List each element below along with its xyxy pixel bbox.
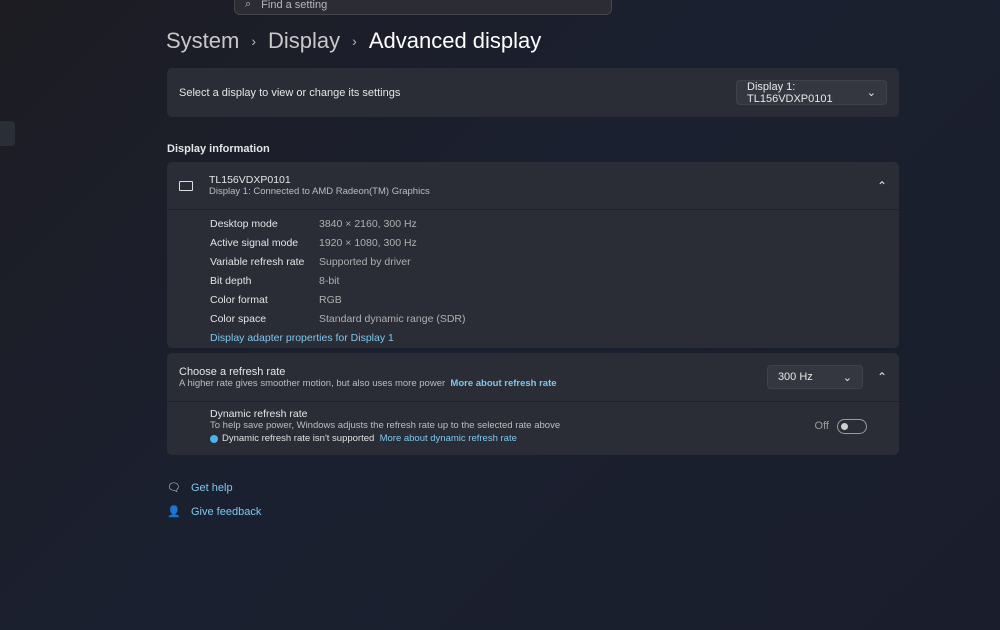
sidebar-edge bbox=[0, 121, 15, 146]
toggle-state-label: Off bbox=[814, 420, 829, 432]
help-icon: 🗨 bbox=[167, 482, 181, 494]
select-display-card: Select a display to view or change its s… bbox=[167, 68, 899, 117]
breadcrumb: System › Display › Advanced display bbox=[166, 28, 541, 54]
get-help[interactable]: 🗨 Get help bbox=[167, 481, 233, 495]
refresh-title: Choose a refresh rate bbox=[179, 365, 286, 378]
info-key: Bit depth bbox=[210, 275, 252, 287]
get-help-link[interactable]: Get help bbox=[191, 482, 233, 494]
info-key: Variable refresh rate bbox=[210, 256, 305, 268]
info-value: Supported by driver bbox=[319, 256, 411, 268]
breadcrumb-display[interactable]: Display bbox=[268, 28, 340, 54]
feedback-icon: 👤 bbox=[167, 506, 181, 518]
refresh-rate-card: Choose a refresh rate A higher rate give… bbox=[167, 353, 899, 455]
refresh-desc: A higher rate gives smoother motion, but… bbox=[179, 377, 446, 389]
chevron-up-icon[interactable]: ⌃ bbox=[877, 370, 887, 384]
chevron-right-icon: › bbox=[251, 33, 257, 49]
search-icon: ⌕ bbox=[245, 0, 252, 10]
refresh-rate-dropdown[interactable]: 300 Hz ⌄ bbox=[766, 365, 863, 389]
adapter-properties-link[interactable]: Display adapter properties for Display 1 bbox=[210, 332, 899, 344]
dynamic-refresh-desc: To help save power, Windows adjusts the … bbox=[210, 420, 561, 431]
info-value: 8-bit bbox=[319, 275, 340, 287]
refresh-rate-value: 300 Hz bbox=[777, 371, 813, 383]
display-info-heading: Display information bbox=[167, 143, 270, 155]
chevron-down-icon: ⌄ bbox=[866, 87, 876, 99]
dynamic-not-supported: Dynamic refresh rate isn't supported bbox=[222, 433, 375, 444]
select-display-label: Select a display to view or change its s… bbox=[179, 86, 401, 99]
info-key: Color space bbox=[210, 313, 267, 325]
display-subtitle: Display 1: Connected to AMD Radeon(TM) G… bbox=[209, 186, 430, 197]
dynamic-refresh-toggle[interactable] bbox=[837, 418, 867, 434]
more-refresh-link[interactable]: More about refresh rate bbox=[450, 378, 556, 389]
search-box[interactable]: ⌕ Find a setting bbox=[234, 0, 612, 15]
info-value: Standard dynamic range (SDR) bbox=[319, 313, 466, 325]
chevron-right-icon: › bbox=[352, 33, 357, 49]
page-title: Advanced display bbox=[368, 28, 542, 53]
display-dropdown[interactable]: Display 1: TL156VDXP0101 ⌄ bbox=[736, 80, 887, 105]
info-key: Color format bbox=[210, 294, 268, 306]
info-key: Desktop mode bbox=[210, 218, 278, 230]
laptop-icon bbox=[179, 180, 193, 191]
info-value: 1920 × 1080, 300 Hz bbox=[319, 237, 417, 249]
more-dynamic-link[interactable]: More about dynamic refresh rate bbox=[380, 433, 517, 444]
display-info-header[interactable]: TL156VDXP0101 Display 1: Connected to AM… bbox=[167, 162, 899, 210]
info-key: Active signal mode bbox=[210, 237, 299, 249]
display-info-card: TL156VDXP0101 Display 1: Connected to AM… bbox=[167, 162, 899, 348]
chevron-up-icon[interactable]: ⌃ bbox=[877, 179, 887, 193]
chevron-down-icon: ⌄ bbox=[842, 371, 852, 384]
give-feedback[interactable]: 👤 Give feedback bbox=[167, 505, 261, 519]
display-info-list: Desktop mode 3840 × 2160, 300 Hz Active si… bbox=[210, 218, 899, 325]
info-value: RGB bbox=[319, 294, 342, 306]
breadcrumb-system[interactable]: System bbox=[166, 28, 239, 54]
search-placeholder: Find a setting bbox=[261, 0, 328, 11]
info-icon bbox=[210, 434, 218, 443]
display-dropdown-value: Display 1: TL156VDXP0101 bbox=[747, 80, 833, 105]
give-feedback-link[interactable]: Give feedback bbox=[191, 506, 261, 518]
dynamic-refresh-title: Dynamic refresh rate bbox=[210, 408, 308, 420]
display-name: TL156VDXP0101 bbox=[209, 174, 291, 186]
info-value: 3840 × 2160, 300 Hz bbox=[319, 218, 417, 230]
